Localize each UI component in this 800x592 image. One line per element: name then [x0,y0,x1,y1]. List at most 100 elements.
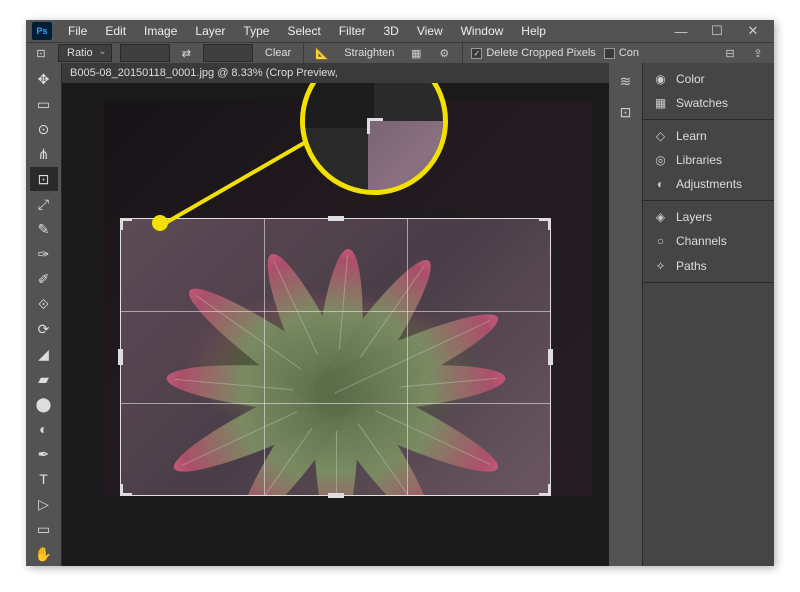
panel-group: ◇Learn ◎ Libraries ◐ Adjustments [643,120,774,201]
panel-libraries[interactable]: ◎ Libraries [643,148,774,172]
dock-icon-2[interactable]: ⊡ [620,104,632,121]
crop-tool-indicator-icon: ⊡ [32,44,50,62]
crop-preview-image [121,219,550,495]
crop-bounding-box[interactable] [120,218,551,496]
canvas[interactable]: Copyright [62,83,609,566]
menu-help[interactable]: Help [513,20,554,42]
expand-dock-icon[interactable]: ⊟ [720,47,740,60]
crop-gridline [121,403,550,404]
crop-handle-right[interactable] [548,349,553,365]
crop-options-gear-icon[interactable]: ⚙ [434,47,454,60]
straighten-button[interactable]: Straighten [340,45,398,61]
document-tab[interactable]: B005-08_20150118_0001.jpg @ 8.33% (Crop … [62,63,609,83]
panel-color[interactable]: ◉ Color [643,67,774,91]
panel-layers-icon: ◈ [653,210,668,224]
menu-window[interactable]: Window [453,20,512,42]
checkbox-icon: ✓ [471,48,482,59]
crop-handle-bottom-left[interactable] [120,484,132,496]
menu-file[interactable]: File [60,20,95,42]
frame-tool[interactable]: ⤢ [30,192,58,216]
panel-paths-icon: ⟡ [653,258,668,273]
panel-stack: ◉ Color ▦Swatches ◇Learn ◎ Libraries ◐ Adjustme… [643,63,774,566]
dock-icon-1[interactable]: ≋ [620,73,632,90]
blur-tool[interactable]: ⬤ [30,392,58,416]
dodge-tool[interactable]: ◐ [30,417,58,441]
swap-dimensions-button[interactable]: ⇄ [178,45,195,62]
panel-channels[interactable]: ○Channels [643,229,774,253]
panel-label: Color [676,72,705,86]
panel-libraries-icon: ◎ [653,153,668,167]
crop-handle-corner-zoom-icon [367,118,383,134]
photoshop-window: Ps File Edit Image Layer Type Select Fil… [26,20,774,566]
panel-paths[interactable]: ⟡Paths [643,253,774,278]
panel-label: Libraries [676,153,722,167]
clone-stamp-tool[interactable]: ⟐ [30,292,58,316]
panel-group: ◈Layers○Channels⟡Paths [643,201,774,283]
menu-bar: Ps File Edit Image Layer Type Select Fil… [26,20,774,42]
pen-tool[interactable]: ✒ [30,442,58,466]
panel-learn[interactable]: ◇Learn [643,124,774,148]
panel-label: Adjustments [676,177,742,191]
window-maximize[interactable]: ☐ [700,23,734,39]
brush-tool[interactable]: ✐ [30,267,58,291]
menu-view[interactable]: View [409,20,451,42]
crop-handle-bottom-right[interactable] [539,484,551,496]
tools-panel: ✥▭⊙⋔⊡⤢✎✑✐⟐⟳◢▰⬤◐✒T▷▭✋⌕ [26,63,62,566]
quick-select-tool[interactable]: ⋔ [30,142,58,166]
delete-cropped-checkbox[interactable]: ✓ Delete Cropped Pixels [471,47,595,59]
menu-select[interactable]: Select [279,20,328,42]
panel-swatches[interactable]: ▦Swatches [643,91,774,115]
type-tool[interactable]: T [30,467,58,491]
move-tool[interactable]: ✥ [30,67,58,91]
app-body: ✥▭⊙⋔⊡⤢✎✑✐⟐⟳◢▰⬤◐✒T▷▭✋⌕ B005-08_20150118_0… [26,63,774,566]
right-dock: ≋ ⊡ ◉ Color ▦Swatches ◇Learn ◎ Libraries ◐ Adju… [609,63,774,566]
panel-adjustments[interactable]: ◐ Adjustments [643,172,774,196]
hand-tool[interactable]: ✋ [30,542,58,566]
clear-button[interactable]: Clear [261,45,295,61]
panel-color-icon: ◉ [653,72,668,86]
panel-channels-icon: ○ [653,234,668,248]
healing-brush-tool[interactable]: ✑ [30,242,58,266]
content-aware-label: Con [619,47,639,59]
panel-group: ◉ Color ▦Swatches [643,63,774,120]
menu-image[interactable]: Image [136,20,185,42]
delete-cropped-label: Delete Cropped Pixels [486,47,595,59]
share-icon[interactable]: ⇪ [748,47,768,60]
crop-width-input[interactable] [120,44,170,62]
rectangle-tool[interactable]: ▭ [30,517,58,541]
straighten-icon[interactable]: 📐 [312,47,332,60]
eraser-tool[interactable]: ◢ [30,342,58,366]
menu-filter[interactable]: Filter [331,20,374,42]
content-aware-checkbox[interactable]: Con [604,47,639,59]
panel-layers[interactable]: ◈Layers [643,205,774,229]
panel-learn-icon: ◇ [653,129,668,143]
crop-handle-left[interactable] [118,349,123,365]
gradient-tool[interactable]: ▰ [30,367,58,391]
crop-height-input[interactable] [203,44,253,62]
options-bar: ⊡ Ratio ⇄ Clear 📐 Straighten ▦ ⚙ ✓ Delet… [26,42,774,63]
marquee-tool[interactable]: ▭ [30,92,58,116]
eyedropper-tool[interactable]: ✎ [30,217,58,241]
path-select-tool[interactable]: ▷ [30,492,58,516]
menu-type[interactable]: Type [235,20,277,42]
panel-swatches-icon: ▦ [653,96,668,110]
menu-edit[interactable]: Edit [97,20,134,42]
crop-handle-top-right[interactable] [539,218,551,230]
crop-handle-top-left[interactable] [120,218,132,230]
panel-adjustments-icon: ◐ [653,177,668,191]
crop-handle-top[interactable] [328,216,344,221]
crop-handle-bottom[interactable] [328,493,344,498]
lasso-tool[interactable]: ⊙ [30,117,58,141]
history-brush-tool[interactable]: ⟳ [30,317,58,341]
menu-3d[interactable]: 3D [375,20,406,42]
menu-layer[interactable]: Layer [187,20,233,42]
overlay-grid-icon[interactable]: ▦ [406,47,426,60]
divider [303,43,304,63]
window-close[interactable]: ✕ [736,23,770,39]
crop-tool[interactable]: ⊡ [30,167,58,191]
checkbox-icon [604,48,615,59]
app-logo: Ps [32,22,52,40]
collapsed-panel-strip: ≋ ⊡ [609,63,643,566]
window-minimize[interactable]: — [664,24,698,39]
crop-ratio-select[interactable]: Ratio [58,44,112,62]
